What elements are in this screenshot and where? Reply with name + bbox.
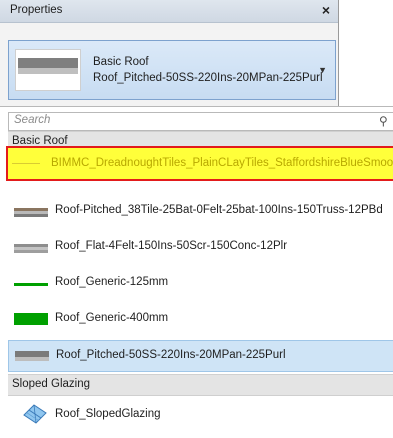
- sloped-glazing-icon: [23, 404, 47, 424]
- list-item[interactable]: Roof-Pitched_38Tile-25Bat-0Felt-25bat-10…: [8, 196, 393, 226]
- roof-swatch-icon: [12, 163, 40, 164]
- search-icon[interactable]: ⚲: [379, 114, 388, 128]
- list-item-label: BIMMC_DreadnoughtTiles_PlainCLayTiles_St…: [51, 157, 393, 169]
- roof-swatch-icon: [14, 208, 48, 217]
- palette-title-bar: Properties ×: [0, 0, 338, 23]
- roof-swatch-icon: [14, 313, 48, 325]
- type-preview-swatch: [15, 49, 81, 91]
- list-item[interactable]: Roof_Generic-125mm: [8, 268, 393, 298]
- chevron-down-icon[interactable]: ▼: [318, 65, 327, 75]
- group-header-sloped-glazing: Sloped Glazing: [8, 374, 393, 396]
- roof-swatch-icon: [14, 283, 48, 286]
- list-item-selected[interactable]: Roof_Pitched-50SS-220Ins-20MPan-225Purl: [8, 340, 393, 372]
- search-input[interactable]: Search ⚲: [8, 112, 393, 131]
- search-placeholder: Search: [14, 114, 51, 126]
- roof-swatch-icon: [15, 351, 49, 361]
- type-dropdown-list: Search ⚲ Basic Roof BIMMC_DreadnoughtTil…: [0, 106, 393, 438]
- list-item-label: Roof_SlopedGlazing: [55, 408, 161, 420]
- list-item[interactable]: BIMMC_DreadnoughtTiles_PlainCLayTiles_St…: [6, 146, 393, 181]
- list-item[interactable]: Roof_SlopedGlazing: [8, 397, 393, 431]
- list-item-label: Roof-Pitched_38Tile-25Bat-0Felt-25bat-10…: [55, 204, 383, 216]
- list-item-label: Roof_Generic-125mm: [55, 276, 169, 288]
- roof-swatch-icon: [14, 244, 48, 253]
- group-header-label: Sloped Glazing: [12, 378, 90, 390]
- list-item-label: Roof_Flat-4Felt-150Ins-50Scr-150Conc-12P…: [55, 240, 288, 252]
- type-selector[interactable]: Basic Roof Roof_Pitched-50SS-220Ins-20MP…: [8, 40, 336, 100]
- palette-title: Properties: [10, 4, 63, 16]
- close-button[interactable]: ×: [322, 2, 330, 18]
- type-name-label: Roof_Pitched-50SS-220Ins-20MPan-225Purl: [93, 72, 323, 84]
- properties-palette: Properties × Basic Roof Roof_Pitched-50S…: [0, 0, 339, 106]
- list-item[interactable]: Roof_Generic-400mm: [8, 304, 393, 334]
- type-family-label: Basic Roof: [93, 56, 149, 68]
- list-item-label: Roof_Pitched-50SS-220Ins-20MPan-225Purl: [56, 349, 286, 361]
- list-item[interactable]: Roof_Flat-4Felt-150Ins-50Scr-150Conc-12P…: [8, 232, 393, 262]
- list-item-label: Roof_Generic-400mm: [55, 312, 169, 324]
